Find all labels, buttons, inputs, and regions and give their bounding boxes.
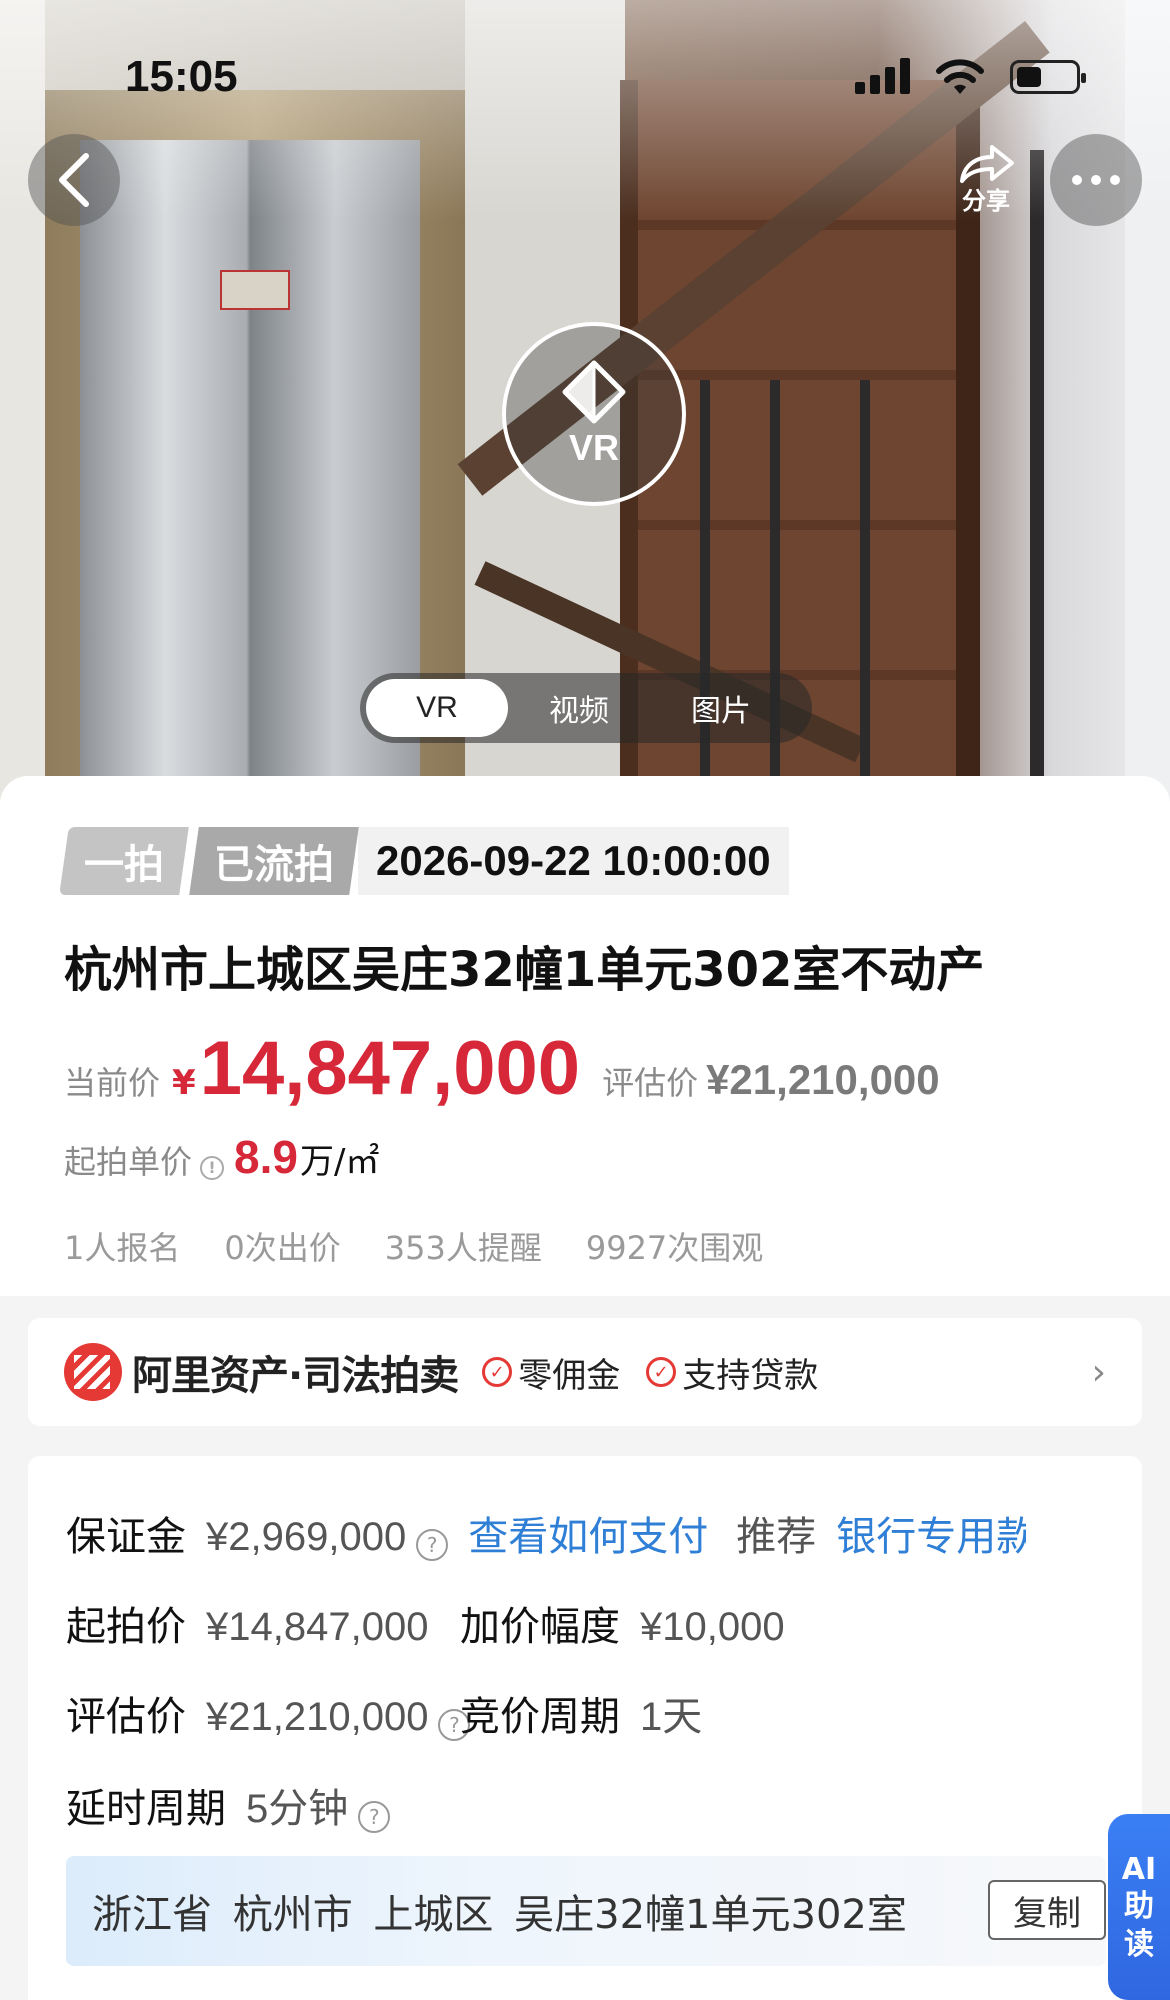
deposit-row: 保证金 ¥2,969,000 ? 查看如何支付 推荐 银行专用款 [66, 1504, 1026, 1562]
bid-cycle-row: 竞价周期 1天 [460, 1684, 702, 1742]
status-time: 15:05 [125, 52, 238, 101]
share-icon [960, 144, 1014, 183]
ai-label-2: 助 [1124, 1889, 1154, 1925]
bank-account-link[interactable]: 银行专用款 [836, 1504, 1026, 1562]
stat-views: 9927次围观 [585, 1229, 764, 1267]
stats-row: 1人报名 0次出价 353人提醒 9927次围观 [64, 1223, 763, 1269]
help-icon[interactable]: ? [416, 1529, 449, 1561]
address-text: 浙江省 杭州市 上城区 吴庄32幢1单元302室 [92, 1892, 907, 1938]
delay-label: 延时周期 [66, 1786, 226, 1832]
unit-price: 8.9 [234, 1131, 298, 1183]
ai-assistant-button[interactable]: AI 助 读 [1108, 1814, 1170, 2000]
eval-price-label: 评估价 [602, 1064, 699, 1102]
eval-label: 评估价 [66, 1694, 186, 1740]
wifi-icon [936, 59, 984, 94]
eval-price: ¥21,210,000 [706, 1056, 940, 1103]
increment-value: ¥10,000 [640, 1605, 785, 1649]
address-box: 浙江省 杭州市 上城区 吴庄32幢1单元302室 复制 [66, 1856, 1106, 1966]
platform-bar[interactable]: 阿里资产·司法拍卖 ✓ 零佣金 ✓ 支持贷款 › [28, 1318, 1142, 1426]
price-row: 当前价 ¥ 14,847,000 评估价 ¥21,210,000 [64, 1025, 940, 1112]
photo-elevator-notice [220, 270, 290, 310]
stat-bids: 0次出价 [224, 1229, 341, 1267]
delay-row: 延时周期 5分钟 ? [66, 1776, 391, 1834]
tab-video[interactable]: 视频 [508, 679, 650, 737]
status-badge: 已流拍 [189, 827, 359, 895]
recommend-label: 推荐 [736, 1514, 817, 1560]
start-price-label: 起拍价 [66, 1604, 186, 1650]
unit-price-row: 起拍单价 ! 8.9 万/㎡ [64, 1130, 379, 1184]
more-dots-icon [1072, 175, 1120, 185]
media-tabs: VR 视频 图片 [360, 673, 812, 743]
back-button[interactable] [28, 134, 120, 226]
chevron-left-icon [59, 153, 89, 207]
info-icon[interactable]: ! [200, 1155, 225, 1180]
start-price-row: 起拍价 ¥14,847,000 [66, 1594, 428, 1652]
increment-label: 加价幅度 [460, 1604, 620, 1650]
chevron-right-icon: › [1091, 1352, 1106, 1393]
photo-railing-bar [860, 380, 870, 800]
more-options-button[interactable] [1050, 134, 1142, 226]
round-badge: 一拍 [59, 827, 189, 895]
current-price: 14,847,000 [199, 1026, 581, 1111]
help-icon[interactable]: ? [358, 1801, 391, 1833]
vr-tour-button[interactable]: VR [502, 322, 686, 506]
copy-address-button[interactable]: 复制 [988, 1880, 1106, 1940]
check-circle-icon: ✓ [482, 1357, 513, 1387]
platform-name: 阿里资产·司法拍卖 [132, 1353, 459, 1399]
vr-cube-icon [562, 360, 626, 424]
feature-loan-support: 支持贷款 [682, 1355, 819, 1396]
auction-datetime: 2026-09-22 10:00:00 [358, 827, 789, 895]
ai-label: AI [1121, 1851, 1157, 1887]
tab-photos[interactable]: 图片 [650, 679, 792, 737]
current-price-label: 当前价 [64, 1064, 161, 1102]
stat-signups: 1人报名 [64, 1229, 181, 1267]
auction-details-card: 保证金 ¥2,969,000 ? 查看如何支付 推荐 银行专用款 起拍价 ¥14… [28, 1456, 1142, 2000]
vr-label: VR [568, 427, 619, 468]
start-price-value: ¥14,847,000 [206, 1605, 429, 1649]
photo-railing-post [1030, 150, 1044, 800]
bid-cycle-value: 1天 [640, 1695, 703, 1739]
share-button[interactable]: 分享 [940, 134, 1032, 226]
bid-cycle-label: 竞价周期 [460, 1694, 620, 1740]
status-badge-text: 已流拍 [214, 842, 334, 888]
feature-zero-commission: 零佣金 [518, 1355, 621, 1396]
auction-status-row: 一拍 已流拍 2026-09-22 10:00:00 [59, 826, 789, 896]
deposit-value: ¥2,969,000 [206, 1515, 407, 1559]
cellular-signal-icon [855, 58, 915, 94]
round-badge-text: 一拍 [84, 842, 164, 888]
tab-vr[interactable]: VR [366, 679, 508, 737]
how-to-pay-link[interactable]: 查看如何支付 [468, 1504, 708, 1562]
stat-reminders: 353人提醒 [384, 1229, 542, 1267]
eval-row: 评估价 ¥21,210,000 ? [66, 1684, 471, 1742]
delay-value: 5分钟 [246, 1787, 349, 1831]
status-bar: 15:05 [0, 0, 1170, 150]
ai-label-3: 读 [1124, 1926, 1154, 1962]
check-circle-icon: ✓ [646, 1357, 677, 1387]
increment-row: 加价幅度 ¥10,000 [460, 1594, 785, 1652]
deposit-label: 保证金 [66, 1514, 186, 1560]
battery-icon [1010, 60, 1086, 94]
share-label: 分享 [962, 186, 1010, 215]
unit-price-suffix: 万/㎡ [299, 1142, 380, 1182]
ali-auction-logo-icon [64, 1343, 122, 1401]
eval-value: ¥21,210,000 [206, 1695, 429, 1739]
unit-price-label: 起拍单价 [64, 1143, 193, 1181]
currency-symbol: ¥ [172, 1063, 196, 1103]
property-title: 杭州市上城区吴庄32幢1单元302室不动产 [64, 942, 985, 998]
